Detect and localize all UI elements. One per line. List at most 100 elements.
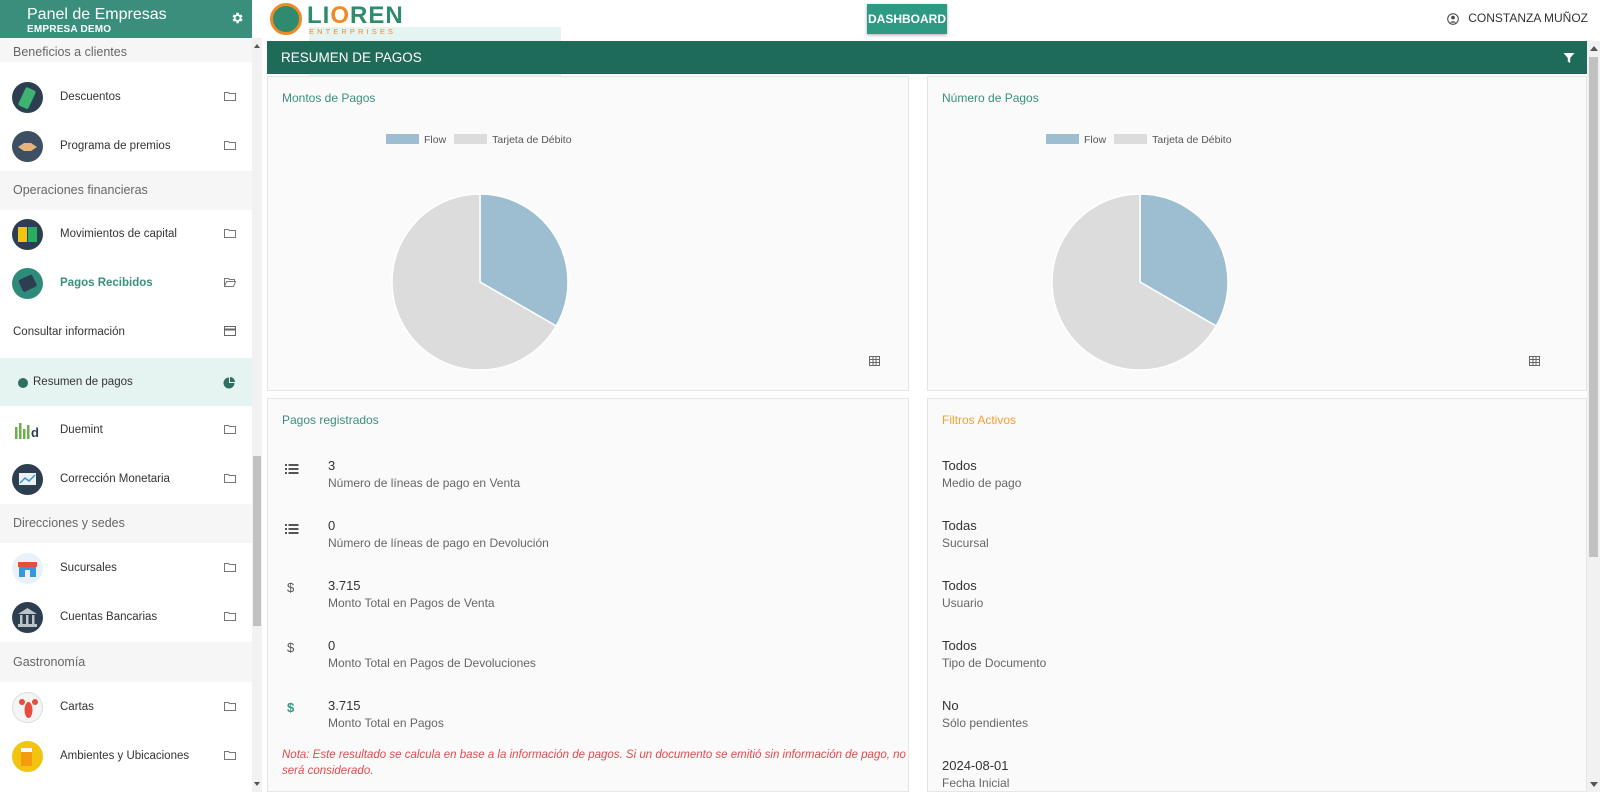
scrollbar-thumb[interactable] [1589, 57, 1598, 557]
sidebar-item-label: Sucursales [60, 562, 117, 574]
sidebar-item-label: Pagos Recibidos [60, 277, 153, 289]
panel-title: Montos de Pagos [282, 91, 376, 105]
panel-title: Número de Pagos [942, 91, 1039, 105]
sidebar-item-correccion[interactable]: Corrección Monetaria [0, 455, 252, 504]
scroll-up-arrow[interactable] [254, 44, 260, 48]
sidebar-item-label: Cuentas Bancarias [60, 611, 158, 623]
sidebar-item-premios[interactable]: Programa de premios [0, 122, 252, 171]
panel-title: Filtros Activos [942, 413, 1017, 427]
folder-open-icon [224, 278, 236, 287]
sidebar-scrollbar[interactable] [252, 38, 262, 792]
panel-filtros-activos: Filtros Activos Todos Medio de pago Toda… [927, 398, 1587, 792]
legend-swatch-flow [1046, 134, 1079, 144]
dashboard-button[interactable]: DASHBOARD [867, 4, 947, 34]
section-beneficios: Beneficios a clientes [0, 38, 252, 62]
main-content: RESUMEN DE PAGOS Montos de Pagos Flow Tar… [267, 41, 1587, 792]
scroll-down-arrow[interactable] [1590, 782, 1598, 787]
filter-icon[interactable] [1563, 52, 1575, 64]
store-icon [12, 553, 43, 584]
filter-label: Sólo pendientes [942, 716, 1029, 730]
sidebar-title: Panel de Empresas [27, 6, 167, 23]
pie-chart-icon [223, 377, 235, 389]
filter-solo-pendientes: No Sólo pendientes [928, 689, 1568, 749]
bank-icon [12, 602, 43, 633]
panel-numero-pagos: Número de Pagos Flow Tarjeta de Débito [927, 76, 1587, 391]
legend-swatch-debito [454, 134, 488, 144]
panel-montos-pagos: Montos de Pagos Flow Tarjeta de Débito [267, 76, 909, 391]
sidebar-subitem-resumen[interactable]: Resumen de pagos [0, 358, 252, 407]
sidebar-item-label: Corrección Monetaria [60, 473, 170, 485]
panel-pagos-registrados: Pagos registrados 3 Número de líneas de … [267, 398, 909, 792]
chevron-right-icon [18, 378, 28, 388]
folder-icon [224, 425, 236, 434]
user-icon [1447, 13, 1459, 25]
sidebar-item-descuentos[interactable]: Descuentos [0, 73, 252, 122]
dollar-icon: $ [287, 580, 295, 595]
sidebar-item-label: Duemint [60, 424, 103, 436]
filter-value: Todos [942, 578, 977, 593]
stat-lineas-venta: 3 Número de líneas de pago en Venta [268, 449, 908, 509]
sidebar-item-consultar[interactable]: Consultar información [0, 308, 252, 357]
filter-fecha-inicial: 2024-08-01 Fecha Inicial [928, 749, 1568, 792]
dollar-icon: $ [287, 640, 295, 655]
main-scrollbar[interactable] [1587, 41, 1600, 792]
sidebar-item-pagos-recibidos[interactable]: Pagos Recibidos [0, 259, 252, 308]
scroll-down-arrow[interactable] [254, 782, 260, 786]
pie-chart-numero [1051, 193, 1229, 371]
stat-lineas-devolucion: 0 Número de líneas de pago en Devolución [268, 509, 908, 569]
top-bar: LIOREN ENTERPRISES DASHBOARD CONSTANZA M… [262, 0, 1600, 76]
stat-value: 0 [328, 518, 336, 533]
stat-value: 3 [328, 458, 336, 473]
table-icon[interactable] [869, 356, 880, 366]
sidebar-item-sucursales[interactable]: Sucursales [0, 544, 252, 593]
legend-label-flow: Flow [424, 134, 447, 146]
folder-icon [224, 612, 236, 621]
duemint-logo-icon: d [12, 415, 43, 446]
sidebar-item-duemint[interactable]: d Duemint [0, 406, 252, 455]
gear-icon[interactable] [230, 11, 244, 25]
chart-board-icon [12, 464, 43, 495]
page-title: RESUMEN DE PAGOS [281, 50, 422, 65]
sidebar-item-label: Resumen de pagos [33, 376, 133, 388]
legend-label-debito: Tarjeta de Débito [1152, 134, 1232, 146]
scrollbar-thumb[interactable] [253, 456, 261, 626]
calculation-note: Nota: Este resultado se calcula en base … [282, 749, 906, 777]
pie-chart-montos [391, 193, 569, 371]
panel-title: Pagos registrados [282, 413, 379, 427]
dollar-icon: $ [287, 700, 295, 715]
lobster-icon [12, 692, 43, 723]
stat-label: Número de líneas de pago en Devolución [328, 536, 549, 550]
filter-value: Todos [942, 458, 977, 473]
sidebar-item-cuentas[interactable]: Cuentas Bancarias [0, 593, 252, 642]
beer-icon [12, 741, 43, 772]
chart-legend: Flow Tarjeta de Débito [1046, 134, 1232, 146]
sidebar-item-capital[interactable]: Movimientos de capital [0, 210, 252, 259]
user-menu[interactable]: CONSTANZA MUÑOZ [1447, 11, 1588, 25]
folder-icon [224, 702, 236, 711]
sidebar-item-label: Consultar información [13, 326, 125, 338]
sidebar-item-label: Cartas [60, 701, 94, 713]
money-icon [12, 219, 43, 250]
sidebar-company: EMPRESA DEMO [27, 24, 112, 35]
stat-label: Monto Total en Pagos de Devoluciones [328, 656, 536, 670]
sidebar-item-label: Ambientes y Ubicaciones [60, 750, 190, 762]
stat-value: 3.715 [328, 578, 361, 593]
sidebar: Panel de Empresas EMPRESA DEMO Beneficio… [0, 0, 262, 792]
stat-label: Monto Total en Pagos [328, 716, 444, 730]
filter-label: Medio de pago [942, 476, 1022, 490]
scroll-up-arrow[interactable] [1590, 46, 1598, 51]
sidebar-item-ambientes[interactable]: Ambientes y Ubicaciones [0, 732, 252, 781]
section-gastronomia: Gastronomía [0, 642, 252, 682]
handshake-icon [12, 131, 43, 162]
table-icon[interactable] [1529, 356, 1540, 366]
folder-icon [224, 474, 236, 483]
stat-value: 0 [328, 638, 336, 653]
company-logo[interactable]: LIOREN ENTERPRISES [270, 2, 561, 76]
stat-monto-venta: $ 3.715 Monto Total en Pagos de Venta [268, 569, 908, 629]
sidebar-item-cartas[interactable]: Cartas [0, 683, 252, 732]
svg-text:d: d [31, 425, 39, 440]
filter-value: Todas [942, 518, 977, 533]
filter-label: Fecha Inicial [942, 776, 1010, 790]
filter-value: No [942, 698, 959, 713]
logo-mark-icon [270, 3, 302, 35]
